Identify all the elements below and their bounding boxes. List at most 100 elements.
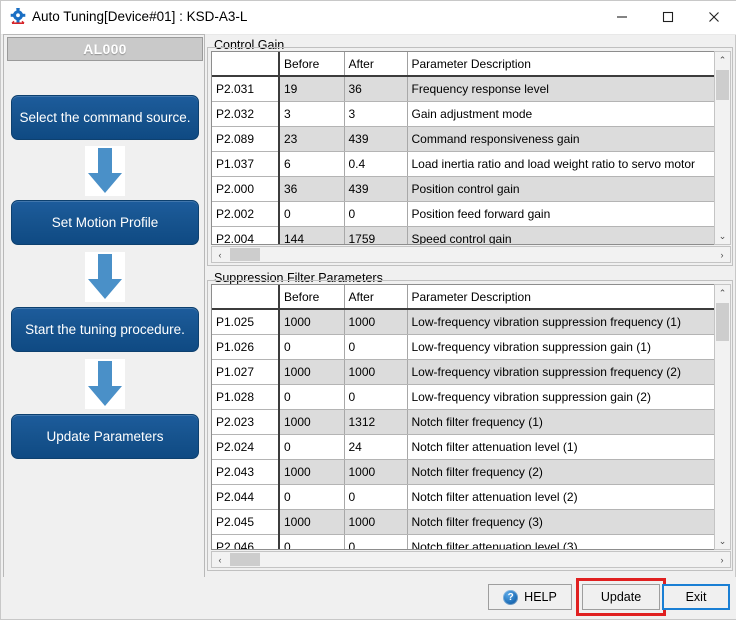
column-header-description: Parameter Description (407, 285, 722, 310)
close-button[interactable] (691, 1, 736, 33)
scroll-right-icon[interactable]: › (714, 552, 730, 567)
cell-before: 144 (279, 226, 345, 244)
cell-after: 24 (344, 434, 408, 460)
step-button-update-parameters[interactable]: Update Parameters (11, 414, 199, 459)
table-row[interactable]: P2.000 36 439 Position control gain (212, 176, 722, 202)
cell-parameter: P2.043 (212, 459, 280, 485)
cell-before: 19 (279, 76, 345, 102)
cell-description: Low-frequency vibration suppression freq… (407, 309, 722, 335)
cell-parameter: P2.032 (212, 101, 280, 127)
cell-before: 0 (279, 384, 345, 410)
scroll-thumb[interactable] (230, 553, 260, 566)
cell-before: 0 (279, 534, 345, 549)
cell-parameter: P1.025 (212, 309, 280, 335)
cell-parameter: P1.026 (212, 334, 280, 360)
cell-after: 1759 (344, 226, 408, 244)
question-mark-icon: ? (503, 589, 519, 605)
cell-description: Position feed forward gain (407, 201, 722, 227)
scroll-thumb[interactable] (230, 248, 260, 261)
column-header-description: Parameter Description (407, 52, 722, 77)
scroll-down-icon[interactable]: ⌄ (715, 228, 730, 244)
step-button-select-command-source[interactable]: Select the command source. (11, 95, 199, 140)
cell-after: 0 (344, 534, 408, 549)
cell-description: Notch filter frequency (3) (407, 509, 722, 535)
cell-description: Command responsiveness gain (407, 126, 722, 152)
table-row[interactable]: P2.024 0 24 Notch filter attenuation level … (212, 434, 722, 460)
table-row[interactable]: P1.025 1000 1000 Low-frequency vibration su… (212, 309, 722, 335)
cell-parameter: P2.000 (212, 176, 280, 202)
table-header-row: Before After Parameter Description (212, 52, 722, 77)
cell-parameter: P1.027 (212, 359, 280, 385)
table-row[interactable]: P1.027 1000 1000 Low-frequency vibration su… (212, 359, 722, 385)
table-row[interactable]: P1.037 6 0.4 Load inertia ratio and load we… (212, 151, 722, 177)
cell-parameter: P2.024 (212, 434, 280, 460)
table-row[interactable]: P2.043 1000 1000 Notch filter frequency (2) (212, 459, 722, 485)
maximize-button[interactable] (645, 1, 691, 33)
cell-description: Low-frequency vibration suppression gain… (407, 384, 722, 410)
cell-parameter: P1.037 (212, 151, 280, 177)
cell-after: 0.4 (344, 151, 408, 177)
column-header-after: After (344, 52, 408, 77)
control-gain-vertical-scrollbar[interactable]: ⌃ ⌄ (714, 51, 731, 245)
cell-description: Notch filter attenuation level (1) (407, 434, 722, 460)
step-button-set-motion-profile[interactable]: Set Motion Profile (11, 200, 199, 245)
scroll-left-icon[interactable]: ‹ (212, 247, 228, 262)
table-row[interactable]: P2.004 144 1759 Speed control gain (212, 226, 722, 244)
cell-description: Notch filter attenuation level (3) (407, 534, 722, 549)
scroll-right-icon[interactable]: › (714, 247, 730, 262)
cell-after: 1000 (344, 459, 408, 485)
help-button-label: HELP (524, 590, 557, 604)
help-button[interactable]: ? HELP (488, 584, 572, 610)
cell-after: 0 (344, 384, 408, 410)
update-button[interactable]: Update (582, 584, 660, 610)
scroll-thumb[interactable] (716, 303, 729, 341)
cell-before: 6 (279, 151, 345, 177)
table-row[interactable]: P2.046 0 0 Notch filter attenuation level (… (212, 534, 722, 549)
cell-description: Frequency response level (407, 76, 722, 102)
control-gain-horizontal-scrollbar[interactable]: ‹ › (211, 246, 731, 263)
cell-before: 0 (279, 201, 345, 227)
scroll-up-icon[interactable]: ⌃ (715, 285, 730, 301)
column-header-before: Before (279, 52, 345, 77)
cell-parameter: P2.031 (212, 76, 280, 102)
table-row[interactable]: P1.028 0 0 Low-frequency vibration suppress… (212, 384, 722, 410)
table-row[interactable]: P2.089 23 439 Command responsiveness gain (212, 126, 722, 152)
control-gain-table[interactable]: Before After Parameter Description P2.031 1… (211, 51, 723, 245)
suppression-filter-group: Suppression Filter Parameters Before Afte… (207, 271, 733, 571)
table-body: P2.031 19 36 Frequency response level P2.032… (212, 76, 722, 244)
table-body: P1.025 1000 1000 Low-frequency vibration su… (212, 309, 722, 549)
cell-after: 36 (344, 76, 408, 102)
column-header-after: After (344, 285, 408, 310)
cell-parameter: P2.089 (212, 126, 280, 152)
scroll-up-icon[interactable]: ⌃ (715, 52, 730, 68)
step-label: Update Parameters (46, 429, 164, 444)
gear-icon (9, 6, 27, 26)
table-row[interactable]: P2.023 1000 1312 Notch filter frequency (1) (212, 409, 722, 435)
cell-before: 0 (279, 434, 345, 460)
table-row[interactable]: P2.031 19 36 Frequency response level (212, 76, 722, 102)
table-row[interactable]: P2.032 3 3 Gain adjustment mode (212, 101, 722, 127)
exit-button[interactable]: Exit (662, 584, 730, 610)
table-row[interactable]: P1.026 0 0 Low-frequency vibration suppress… (212, 334, 722, 360)
arrow-down-icon (85, 146, 125, 196)
cell-before: 3 (279, 101, 345, 127)
suppression-filter-table[interactable]: Before After Parameter Description P1.025 1… (211, 284, 723, 550)
minimize-button[interactable] (599, 1, 645, 33)
cell-description: Position control gain (407, 176, 722, 202)
scroll-left-icon[interactable]: ‹ (212, 552, 228, 567)
table-row[interactable]: P2.002 0 0 Position feed forward gain (212, 201, 722, 227)
cell-before: 1000 (279, 409, 345, 435)
column-header-before: Before (279, 285, 345, 310)
cell-description: Notch filter frequency (1) (407, 409, 722, 435)
scroll-down-icon[interactable]: ⌄ (715, 533, 730, 549)
step-label: Start the tuning procedure. (25, 322, 185, 337)
table-row[interactable]: P2.044 0 0 Notch filter attenuation level (… (212, 484, 722, 510)
cell-parameter: P2.044 (212, 484, 280, 510)
step-button-start-tuning-procedure[interactable]: Start the tuning procedure. (11, 307, 199, 352)
scroll-thumb[interactable] (716, 70, 729, 100)
control-gain-group: Control Gain Before After Parameter Descri… (207, 38, 733, 266)
table-row[interactable]: P2.045 1000 1000 Notch filter frequency (3) (212, 509, 722, 535)
arrow-down-icon (85, 252, 125, 302)
suppression-filter-horizontal-scrollbar[interactable]: ‹ › (211, 551, 731, 568)
suppression-filter-vertical-scrollbar[interactable]: ⌃ ⌄ (714, 284, 731, 550)
